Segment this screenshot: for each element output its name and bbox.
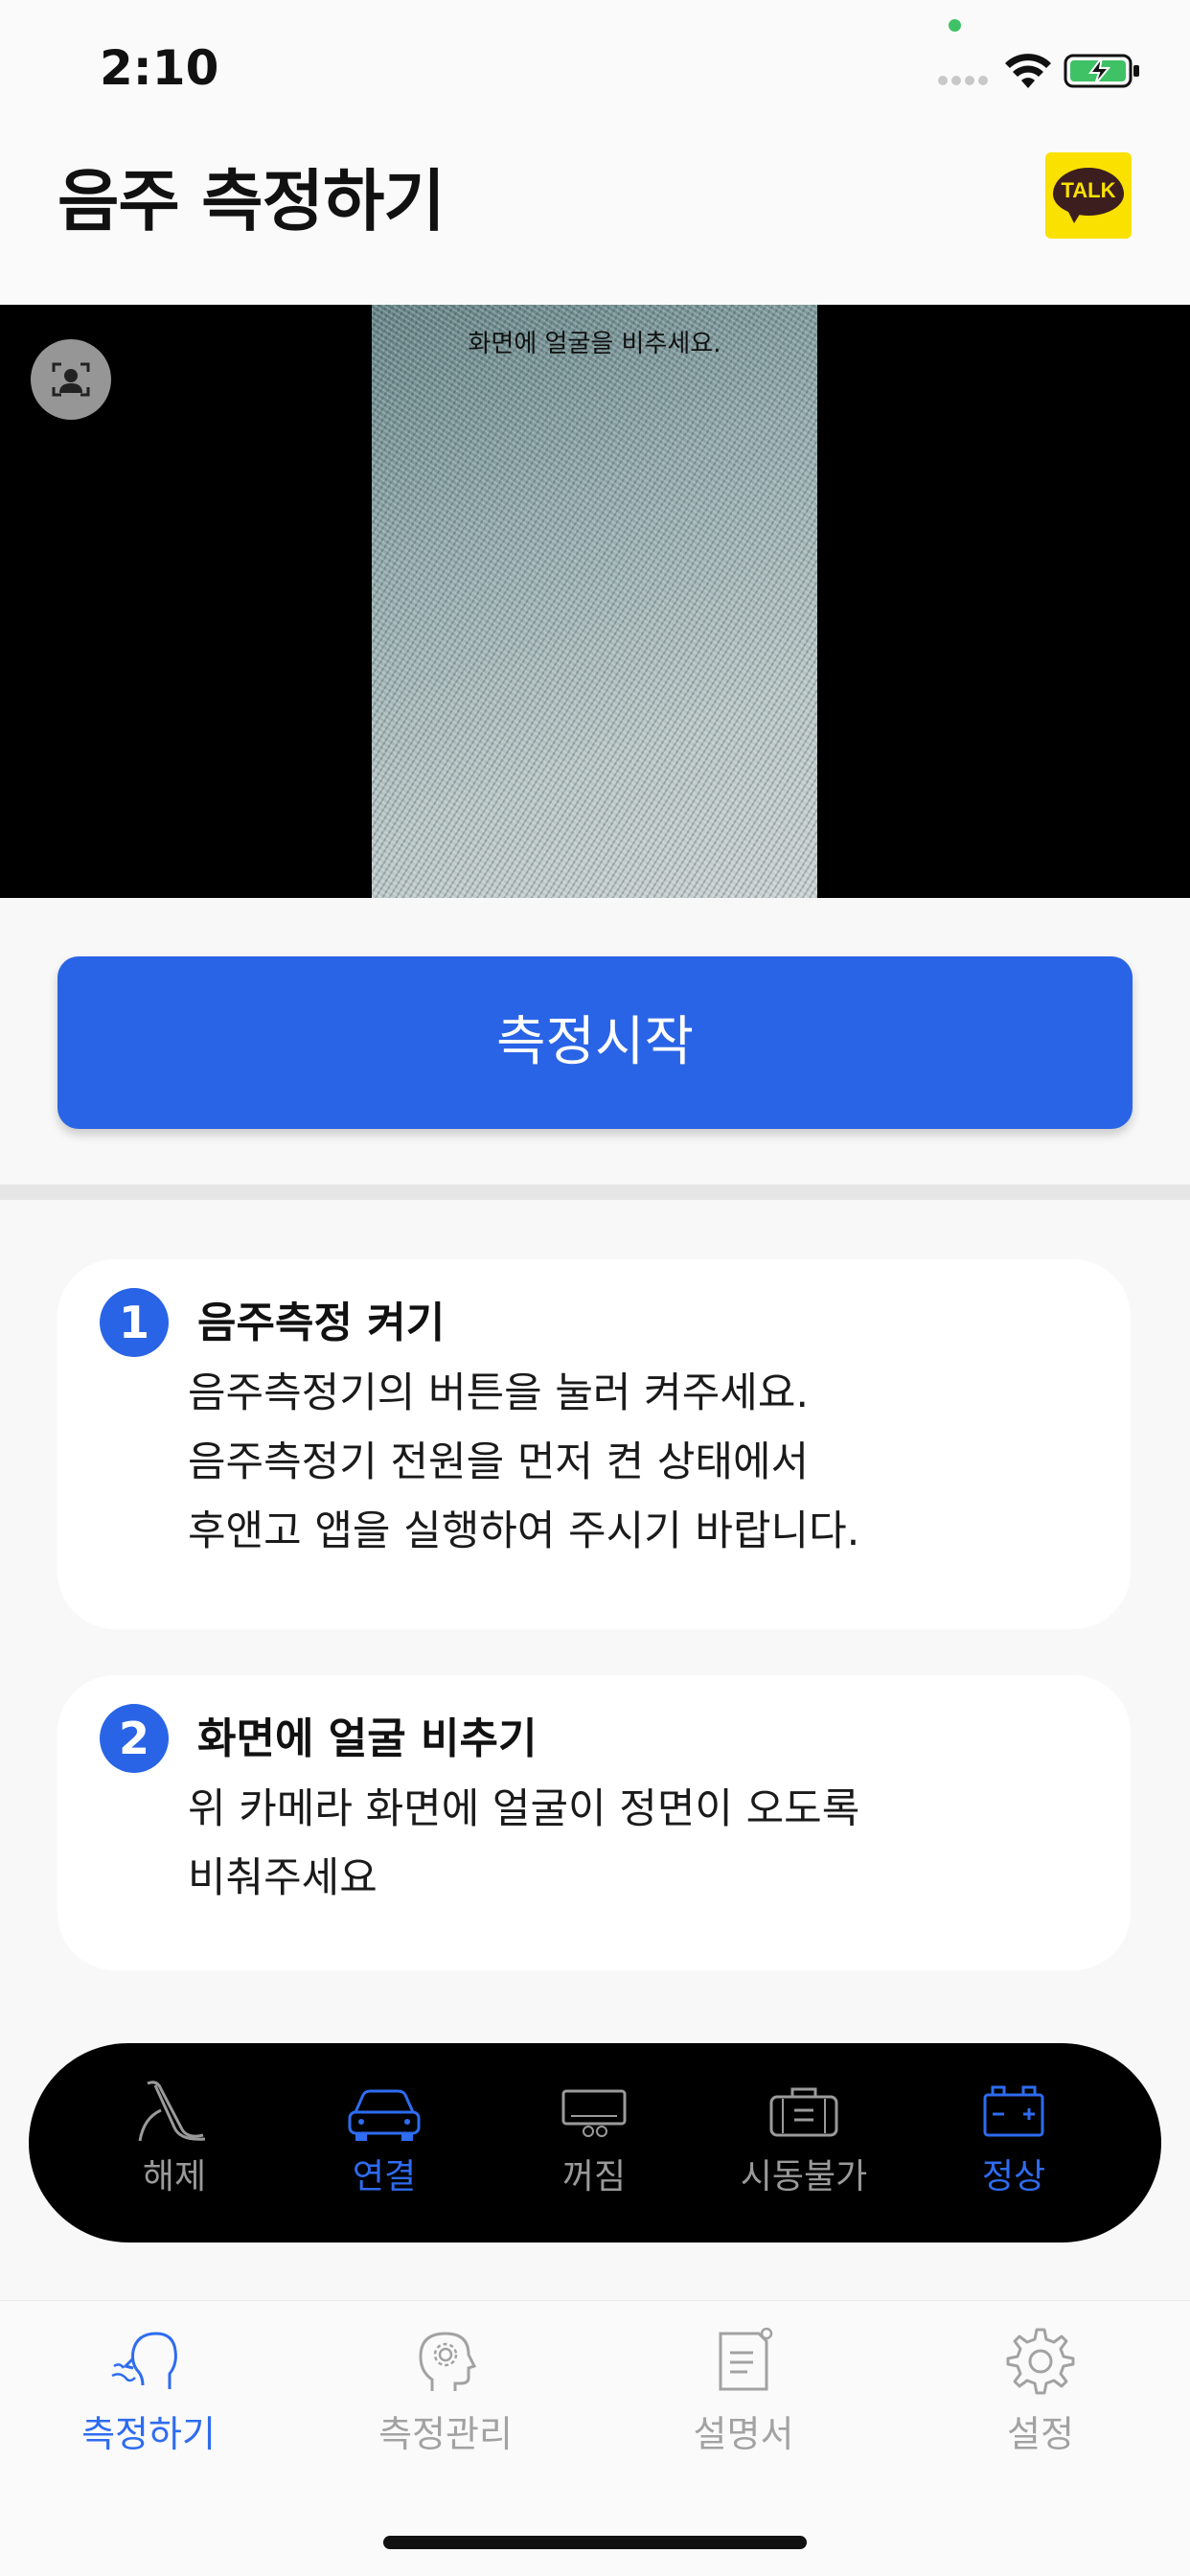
step-line: 후앤고 앱을 실행하여 주시기 바랍니다. [188,1507,860,1555]
tab-label: 측정관리 [378,2413,513,2455]
status-bar: 2:10 [0,0,1190,134]
step-title: 화면에 얼굴 비추기 [197,1714,538,1763]
status-item-power: 꺼짐 [498,2043,690,2242]
tab-measure[interactable]: 측정하기 [0,2301,297,2493]
tab-manual[interactable]: 설명서 [595,2301,892,2493]
status-item-battery: 정상 [918,2043,1110,2242]
kakao-bubble-tail [1066,208,1084,223]
status-item-connection: 연결 [288,2043,480,2242]
status-label: 꺼짐 [561,2157,627,2196]
step-title: 음주측정 켜기 [197,1299,446,1347]
home-indicator[interactable] [383,2536,807,2549]
device-status-panel: 해제 연결 꺼짐 시동불가 정상 [29,2043,1161,2242]
gear-icon [1006,2328,1075,2395]
start-measurement-button[interactable]: 측정시작 [57,956,1133,1129]
tab-settings[interactable]: 설정 [892,2301,1189,2493]
tab-history[interactable]: 측정관리 [297,2301,594,2493]
bottom-tab-bar: 측정하기 측정관리 설명서 설정 [0,2300,1190,2576]
privacy-indicator-icon [949,19,961,32]
step-line: 음주측정기 전원을 먼저 켠 상태에서 [188,1438,810,1486]
signal-dots-icon [938,76,988,85]
instruction-card-1: 1 음주측정 켜기 음주측정기의 버튼을 눌러 켜주세요. 음주측정기 전원을 … [57,1259,1131,1629]
step-number-badge: 2 [100,1704,169,1773]
document-icon [719,2327,773,2391]
tab-label: 설정 [1007,2413,1074,2455]
kakao-talk-button[interactable]: TALK [1045,152,1132,239]
seatbelt-icon [138,2081,206,2142]
step-line: 비춰주세요 [188,1854,378,1902]
tab-label: 측정하기 [81,2413,216,2455]
status-item-seatbelt: 해제 [79,2043,270,2242]
car-icon [348,2089,421,2141]
header: 음주 측정하기 TALK [0,134,1190,305]
step-description: 위 카메라 화면에 얼굴이 정면이 오도록 비춰주세요 [188,1775,859,1913]
wifi-icon [1005,54,1051,88]
camera-preview [372,305,817,898]
battery-charging-icon [1064,54,1139,88]
step-line: 음주측정기의 버튼을 눌러 켜주세요. [188,1369,810,1417]
status-label: 시동불가 [740,2157,868,2196]
status-label: 해제 [142,2157,207,2196]
tab-label: 설명서 [693,2413,794,2455]
kakao-talk-label: TALK [1061,178,1116,202]
status-item-ignition: 시동불가 [708,2043,900,2242]
battery-ok-icon [983,2085,1044,2137]
head-gear-icon [419,2332,477,2391]
breath-face-icon [111,2332,177,2389]
step-description: 음주측정기의 버튼을 눌러 켜주세요. 음주측정기 전원을 먼저 켠 상태에서 … [188,1359,859,1566]
status-time: 2:10 [100,40,219,96]
camera-hint: 화면에 얼굴을 비추세요. [468,330,721,358]
section-divider [0,1184,1190,1200]
status-label: 정상 [981,2157,1046,2196]
status-label: 연결 [352,2157,417,2196]
page-title: 음주 측정하기 [57,162,446,241]
device-off-icon [561,2089,627,2137]
step-number-badge: 1 [100,1288,169,1357]
step-line: 위 카메라 화면에 얼굴이 정면이 오도록 [188,1785,860,1833]
engine-locked-icon [769,2087,838,2137]
instruction-card-2: 2 화면에 얼굴 비추기 위 카메라 화면에 얼굴이 정면이 오도록 비춰주세요 [57,1675,1131,1970]
camera-view: 화면에 얼굴을 비추세요. [0,305,1190,898]
face-frame-button[interactable] [31,339,111,420]
face-frame-icon [52,362,90,397]
